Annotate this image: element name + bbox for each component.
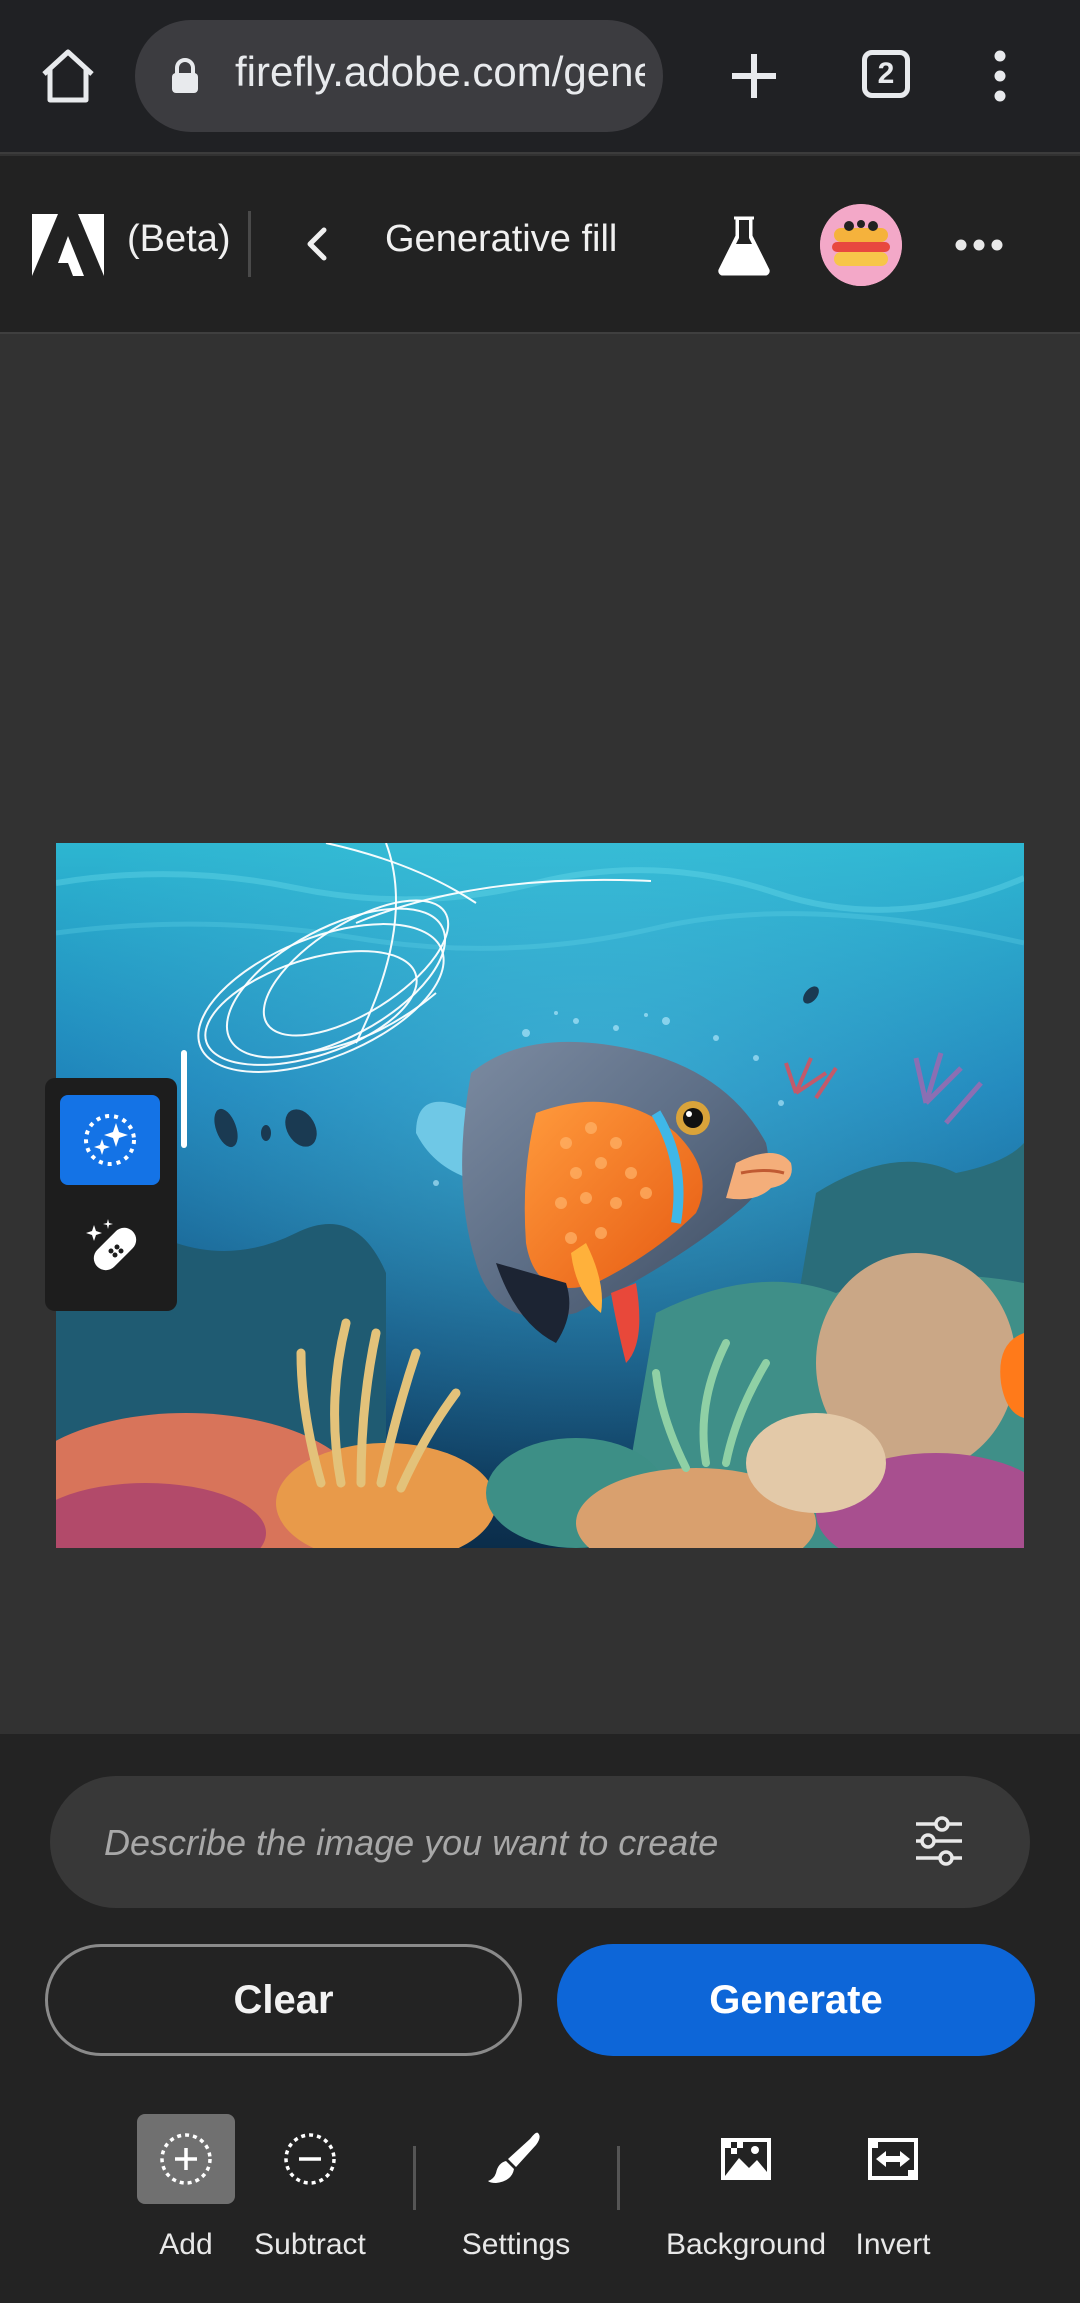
lock-icon [171, 58, 199, 94]
avatar[interactable] [820, 204, 902, 286]
add-label: Add [159, 2228, 213, 2261]
app-header: (Beta) Generative fill [0, 156, 1080, 334]
canvas-image[interactable] [56, 843, 1024, 1548]
subtract-label: Subtract [254, 2228, 366, 2261]
browser-toolbar: firefly.adobe.com/generative-fill 2 [0, 0, 1080, 154]
page-title: Generative fill [385, 218, 618, 260]
new-tab-icon[interactable] [724, 44, 784, 108]
tool-panel [45, 1078, 177, 1311]
toolbar-divider [617, 2146, 620, 2210]
prompt-bar [50, 1776, 1030, 1910]
brush-cursor [181, 1050, 187, 1148]
add-selection-icon [137, 2114, 235, 2204]
invert-selection-icon [844, 2114, 942, 2204]
background-label: Background [665, 2228, 827, 2261]
prompt-input[interactable] [102, 1776, 926, 1910]
sliders-icon[interactable] [912, 1814, 966, 1868]
invert-label: Invert [855, 2228, 931, 2261]
flask-icon[interactable] [716, 214, 772, 276]
back-chevron-icon[interactable] [300, 222, 336, 266]
brush-icon [467, 2114, 565, 2204]
subtract-selection-icon [261, 2114, 359, 2204]
kebab-menu-icon[interactable] [982, 48, 1018, 104]
beta-label: (Beta) [127, 218, 231, 260]
settings-label: Settings [461, 2228, 571, 2261]
url-text: firefly.adobe.com/generative-fill [235, 48, 645, 95]
header-divider [248, 211, 251, 277]
clear-button[interactable]: Clear [45, 1944, 522, 2056]
remove-tool-icon[interactable] [60, 1203, 160, 1293]
home-icon[interactable] [36, 44, 100, 108]
generative-fill-tool-button[interactable] [60, 1095, 160, 1185]
image-background-icon [697, 2114, 795, 2204]
tab-switcher-button[interactable]: 2 [862, 50, 910, 98]
toolbar-divider [413, 2146, 416, 2210]
address-bar[interactable]: firefly.adobe.com/generative-fill [135, 20, 663, 132]
bottom-panel: Clear Generate Add Subtract Setting [0, 1734, 1080, 2303]
more-options-icon[interactable] [954, 238, 1004, 252]
generate-button[interactable]: Generate [557, 1944, 1035, 2056]
adobe-logo[interactable] [32, 214, 104, 276]
